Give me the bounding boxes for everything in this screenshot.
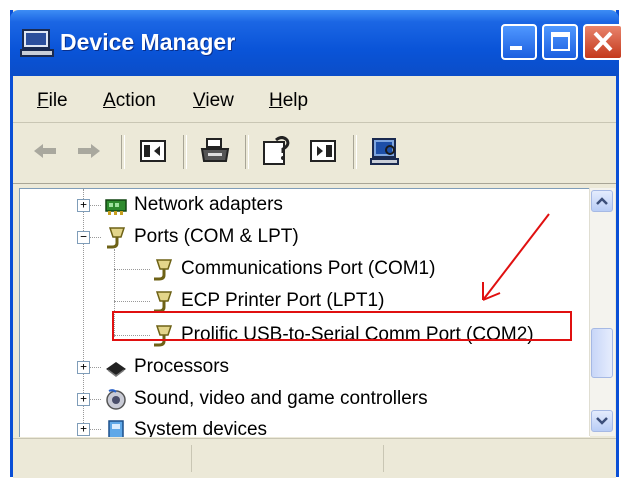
annotation-arrow: [482, 213, 550, 301]
